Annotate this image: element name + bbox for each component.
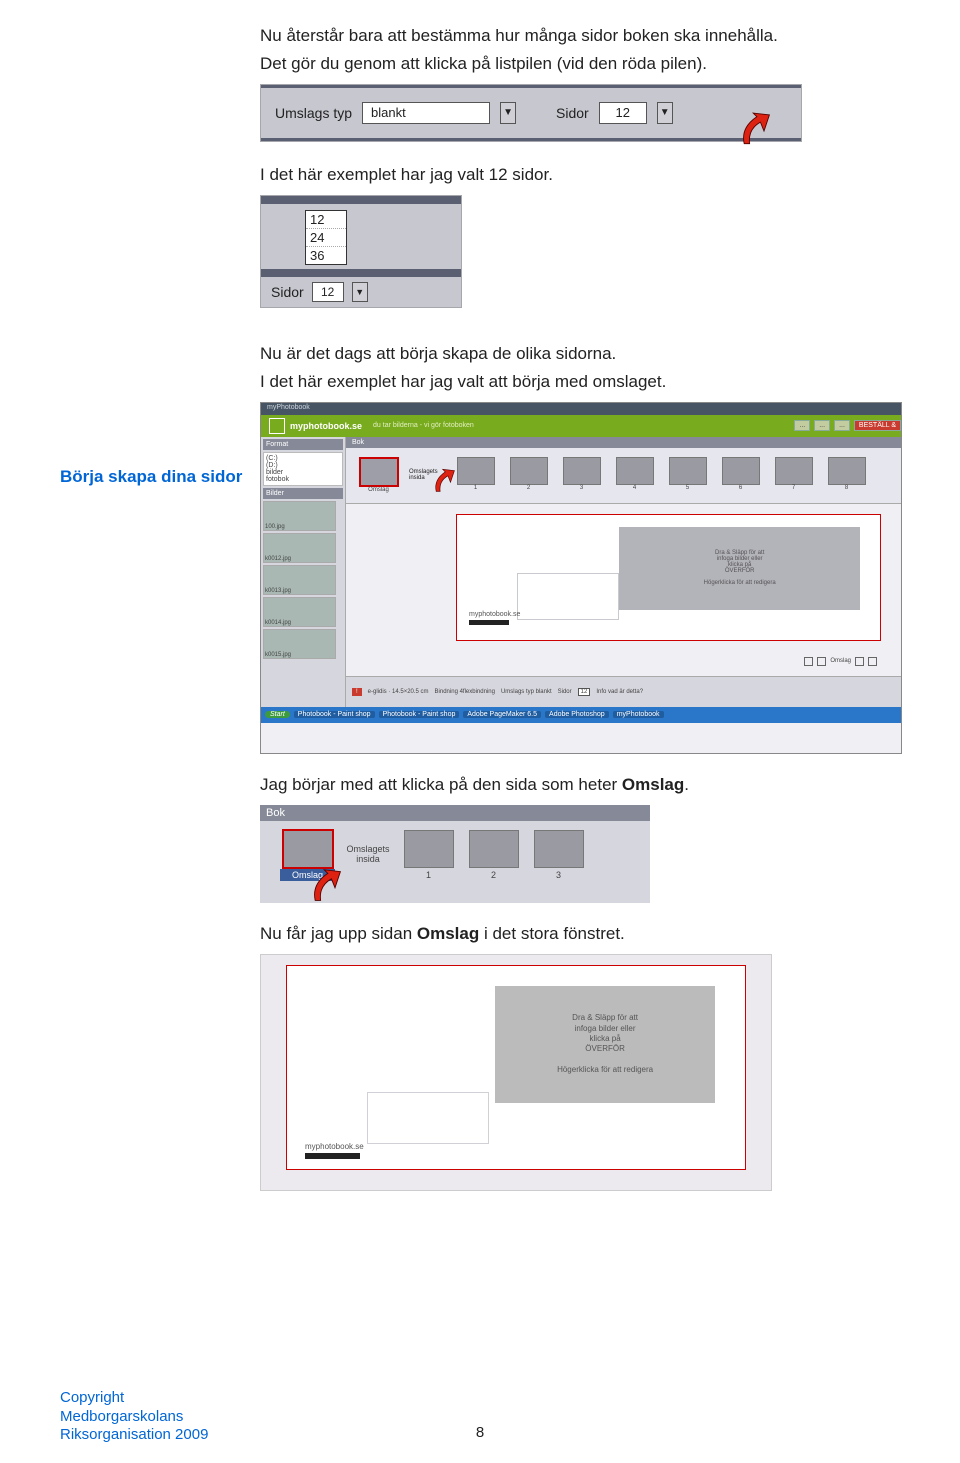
pages-option-list[interactable]: 12 24 36 bbox=[305, 210, 347, 265]
red-arrow-icon-2 bbox=[431, 468, 457, 499]
para-1a: Nu återstår bara att bestämma hur många … bbox=[260, 25, 900, 48]
thumb-2[interactable]: k0012.jpg bbox=[263, 533, 336, 563]
page-inside-label-2: Omslagets insida bbox=[345, 845, 391, 865]
warn-badge: ! bbox=[352, 688, 362, 696]
omslag-checkboxes[interactable]: Omslag bbox=[804, 657, 877, 666]
page-thumb-3b[interactable]: 3 bbox=[531, 830, 586, 880]
label-sidor-2: Sidor bbox=[271, 284, 304, 300]
field-sidor[interactable]: 12 bbox=[599, 102, 647, 124]
omslag-canvas[interactable]: Dra & Släpp för attinfoga bilder ellerkl… bbox=[286, 965, 746, 1170]
taskbar-item-4[interactable]: Adobe Photoshop bbox=[545, 711, 609, 718]
start-button[interactable]: Start bbox=[265, 711, 290, 718]
left-tab-format[interactable]: Format bbox=[263, 439, 343, 450]
cover-drop-area[interactable]: Dra & Släpp för attinfoga bilder ellerkl… bbox=[619, 527, 860, 610]
dropdown-umslag-typ[interactable]: ▼ bbox=[500, 102, 516, 124]
thumb-3[interactable]: k0013.jpg bbox=[263, 565, 336, 595]
logo-icon bbox=[269, 418, 285, 434]
red-arrow-icon-3 bbox=[308, 868, 344, 909]
taskbar: Start Photobook - Paint shop Photobook -… bbox=[261, 707, 901, 723]
info-help[interactable]: Info vad är detta? bbox=[596, 689, 643, 695]
figure-cover-type-sidor: Umslags typ blankt ▼ Sidor 12 ▼ bbox=[260, 84, 802, 142]
para-4: Jag börjar med att klicka på den sida so… bbox=[260, 774, 900, 797]
window-titlebar: myPhotobook bbox=[261, 403, 901, 415]
option-36[interactable]: 36 bbox=[306, 247, 346, 264]
order-button[interactable]: BESTÄLL & bbox=[854, 420, 901, 431]
thumb-4[interactable]: k0014.jpg bbox=[263, 597, 336, 627]
editor-canvas[interactable]: Dra & Släpp för attinfoga bilder ellerkl… bbox=[456, 514, 881, 641]
page-thumb-3[interactable]: 3 bbox=[559, 457, 604, 493]
left-tab-bilder[interactable]: Bilder bbox=[263, 488, 343, 499]
dropdown-sidor-2[interactable]: ▼ bbox=[352, 282, 368, 302]
para-3b: I det här exemplet har jag valt att börj… bbox=[260, 371, 900, 394]
option-12[interactable]: 12 bbox=[306, 211, 346, 229]
field-umslag-typ[interactable]: blankt bbox=[362, 102, 490, 124]
folder-tree[interactable]: (C:)(D:)bilderfotobok bbox=[263, 452, 343, 486]
size-info: e-glidis · 14.5×20.5 cm bbox=[368, 689, 429, 695]
label-umslag-typ: Umslags typ bbox=[275, 105, 352, 121]
figure-omslag-canvas: Dra & Släpp för attinfoga bilder ellerkl… bbox=[260, 954, 772, 1191]
binding-info: Bindning 4flexbindning bbox=[435, 689, 495, 695]
para-2: I det här exemplet har jag valt 12 sidor… bbox=[260, 164, 900, 187]
taskbar-item-2[interactable]: Photobook - Paint shop bbox=[379, 711, 460, 718]
page-thumb-1b[interactable]: 1 bbox=[401, 830, 456, 880]
back-cover-area[interactable] bbox=[517, 573, 619, 620]
page-thumb-5[interactable]: 5 bbox=[665, 457, 710, 493]
page-number: 8 bbox=[0, 1424, 960, 1441]
top-button-2[interactable]: ... bbox=[814, 420, 830, 431]
page-thumb-omslag[interactable]: Omslag bbox=[356, 457, 401, 493]
cover-drop-area-2[interactable]: Dra & Släpp för attinfoga bilder ellerkl… bbox=[495, 986, 715, 1104]
para-5: Nu får jag upp sidan Omslag i det stora … bbox=[260, 923, 900, 946]
brand-small: myphotobook.se bbox=[469, 611, 520, 625]
top-button-1[interactable]: ... bbox=[794, 420, 810, 431]
taskbar-item-5[interactable]: myPhotobook bbox=[613, 711, 664, 718]
page-thumb-2[interactable]: 2 bbox=[506, 457, 551, 493]
book-tab: Bok bbox=[346, 437, 901, 448]
figure-bok-strip: Bok Omslag Omslagets insida 1 2 3 bbox=[260, 805, 650, 903]
bok-header: Bok bbox=[260, 805, 650, 821]
para-1b: Det gör du genom att klicka på listpilen… bbox=[260, 53, 900, 76]
dropdown-sidor[interactable]: ▼ bbox=[657, 102, 673, 124]
para-3a: Nu är det dags att börja skapa de olika … bbox=[260, 343, 900, 366]
figure-sidor-list: 12 24 36 Sidor 12 ▼ bbox=[260, 195, 462, 308]
taskbar-item-1[interactable]: Photobook - Paint shop bbox=[294, 711, 375, 718]
sidor-info-label: Sidor bbox=[558, 689, 572, 695]
page-thumb-6[interactable]: 6 bbox=[718, 457, 763, 493]
top-button-3[interactable]: ... bbox=[834, 420, 850, 431]
field-sidor-2[interactable]: 12 bbox=[312, 282, 344, 302]
thumb-1[interactable]: 100.jpg bbox=[263, 501, 336, 531]
brand-small-2: myphotobook.se bbox=[305, 1142, 364, 1159]
red-arrow-icon bbox=[737, 111, 773, 152]
page-thumb-8[interactable]: 8 bbox=[824, 457, 869, 493]
page-thumb-7[interactable]: 7 bbox=[771, 457, 816, 493]
figure-editor-window: myPhotobook myphotobook.se du tar bilder… bbox=[260, 402, 902, 754]
taskbar-item-3[interactable]: Adobe PageMaker 6.5 bbox=[463, 711, 541, 718]
bottom-settings-bar: ! e-glidis · 14.5×20.5 cm Bindning 4flex… bbox=[346, 676, 901, 707]
page-thumb-4[interactable]: 4 bbox=[612, 457, 657, 493]
sidebar-heading: Börja skapa dina sidor bbox=[60, 467, 242, 487]
page-thumb-1[interactable]: 1 bbox=[453, 457, 498, 493]
covertype-info: Umslags typ blankt bbox=[501, 689, 552, 695]
brand-text: myphotobook.se bbox=[290, 421, 362, 431]
sidor-info-value[interactable]: 12 bbox=[578, 688, 591, 696]
thumb-5[interactable]: k0015.jpg bbox=[263, 629, 336, 659]
brand-subtitle: du tar bilderna - vi gör fotoboken bbox=[373, 422, 474, 429]
label-sidor: Sidor bbox=[556, 105, 589, 121]
back-cover-area-2[interactable] bbox=[367, 1092, 489, 1144]
option-24[interactable]: 24 bbox=[306, 229, 346, 247]
page-thumb-2b[interactable]: 2 bbox=[466, 830, 521, 880]
